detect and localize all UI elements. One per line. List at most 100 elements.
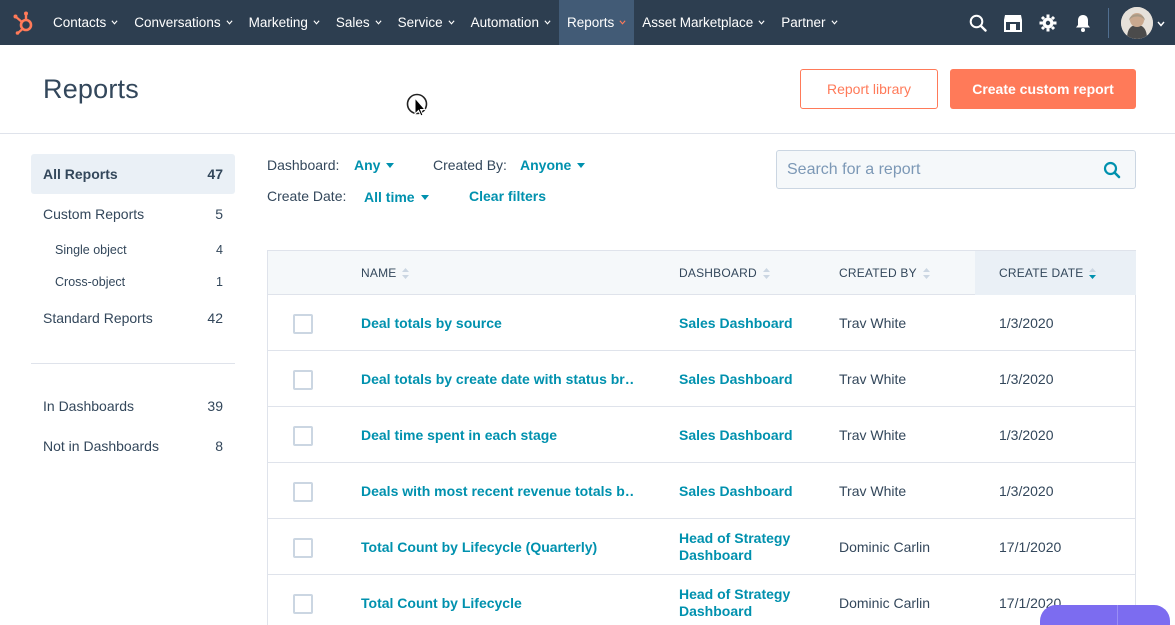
search-input[interactable] (777, 160, 1087, 179)
dashboard-link[interactable]: Sales Dashboard (679, 407, 819, 463)
row-checkbox[interactable] (293, 482, 313, 502)
dashboard-link[interactable]: Head of Strategy Dashboard (679, 575, 819, 625)
sidebar-item-in-dashboards[interactable]: In Dashboards 39 (31, 386, 235, 426)
page-title: Reports (43, 74, 139, 104)
sidebar-item-not-in-dashboards[interactable]: Not in Dashboards 8 (31, 426, 235, 466)
table-row: Deal totals by source Sales Dashboard Trav… (268, 295, 1135, 351)
caret-down-icon (386, 162, 395, 168)
nav-item-partner[interactable]: Partner (773, 0, 845, 45)
nav-item-conversations[interactable]: Conversations (126, 0, 240, 45)
created-by-cell: Trav White (839, 427, 907, 443)
created-by-filter-value: Anyone (520, 157, 572, 173)
nav-item-asset-marketplace[interactable]: Asset Marketplace (634, 0, 773, 45)
settings-icon[interactable] (1030, 0, 1065, 45)
report-library-button[interactable]: Report library (800, 69, 938, 109)
nav-divider (1108, 7, 1109, 38)
sidebar-item-standard-reports[interactable]: Standard Reports 42 (31, 298, 235, 338)
nav-item-marketing[interactable]: Marketing (241, 0, 328, 45)
marketplace-icon[interactable] (995, 0, 1030, 45)
create-date-filter-label: Create Date: (267, 188, 347, 204)
caret-down-icon (420, 194, 429, 200)
sidebar-item-count: 1 (216, 275, 223, 289)
column-header-label: CREATED BY (839, 266, 917, 280)
row-checkbox[interactable] (293, 538, 313, 558)
create-date-filter-value: All time (364, 189, 415, 205)
report-name-link[interactable]: Deal time spent in each stage (361, 407, 557, 463)
table-body: Deal totals by source Sales Dashboard Trav… (268, 295, 1135, 625)
sidebar-item-cross-object[interactable]: Cross-object 1 (31, 266, 235, 298)
nav-item-service[interactable]: Service (390, 0, 463, 45)
hubspot-logo-icon[interactable] (0, 0, 45, 45)
table-row: Total Count by Lifecycle Head of Strategy… (268, 575, 1135, 625)
dashboard-filter-dropdown[interactable]: Any (354, 157, 395, 173)
search-icon[interactable] (960, 0, 995, 45)
sort-descending-icon (1089, 267, 1097, 279)
sort-icon (402, 267, 410, 279)
dashboard-link[interactable]: Sales Dashboard (679, 351, 819, 407)
sort-icon (922, 267, 930, 279)
chat-widget-button[interactable] (1040, 605, 1170, 625)
nav-item-contacts[interactable]: Contacts (45, 0, 126, 45)
row-checkbox[interactable] (293, 426, 313, 446)
sidebar-item-count: 8 (215, 438, 223, 454)
column-header-name[interactable]: NAME (361, 251, 410, 295)
sidebar-divider (31, 363, 235, 364)
report-name-link[interactable]: Deal totals by create date with status b… (361, 351, 633, 407)
create-date-cell: 1/3/2020 (999, 483, 1054, 499)
created-by-cell: Dominic Carlin (839, 595, 931, 611)
row-checkbox[interactable] (293, 594, 313, 614)
report-name-link[interactable]: Deal totals by source (361, 295, 502, 351)
clear-filters-link[interactable]: Clear filters (469, 188, 546, 204)
sidebar-item-single-object[interactable]: Single object 4 (31, 234, 235, 266)
column-header-create-date[interactable]: CREATE DATE (999, 251, 1097, 295)
nav-item-label: Automation (470, 15, 539, 30)
table-row: Deal time spent in each stage Sales Dashb… (268, 407, 1135, 463)
chevron-down-icon (758, 20, 765, 25)
avatar[interactable] (1121, 6, 1153, 39)
created-by-cell: Dominic Carlin (839, 539, 931, 555)
report-search (776, 150, 1136, 189)
table-row: Total Count by Lifecycle (Quarterly) Head… (268, 519, 1135, 575)
nav-item-sales[interactable]: Sales (328, 0, 390, 45)
report-name-link[interactable]: Total Count by Lifecycle (Quarterly) (361, 519, 597, 575)
chevron-down-icon (111, 20, 118, 25)
chevron-down-icon (226, 20, 233, 25)
sidebar-item-label: Single object (55, 243, 127, 257)
create-custom-report-button[interactable]: Create custom report (950, 69, 1136, 109)
table-row: Deals with most recent revenue totals b…… (268, 463, 1135, 519)
column-header-label: DASHBOARD (679, 266, 757, 280)
dashboard-filter-label: Dashboard: (267, 157, 340, 173)
row-checkbox[interactable] (293, 370, 313, 390)
create-date-filter-dropdown[interactable]: All time (364, 189, 429, 205)
nav-item-label: Reports (566, 15, 615, 30)
chevron-down-icon (831, 20, 838, 25)
nav-item-reports[interactable]: Reports (558, 0, 635, 45)
chat-widget-divider (1117, 605, 1118, 625)
mouse-cursor-icon (406, 93, 430, 128)
chevron-down-icon (313, 20, 320, 25)
sidebar-item-count: 42 (207, 310, 223, 326)
chevron-down-icon (619, 20, 626, 25)
nav-item-automation[interactable]: Automation (463, 0, 559, 45)
report-name-link[interactable]: Deals with most recent revenue totals b… (361, 463, 633, 519)
created-by-cell: Trav White (839, 371, 907, 387)
sidebar-item-count: 5 (215, 206, 223, 222)
sidebar-item-custom-reports[interactable]: Custom Reports 5 (31, 194, 235, 234)
nav-item-label: Sales (335, 15, 370, 30)
chevron-down-icon[interactable] (1157, 14, 1165, 32)
row-checkbox[interactable] (293, 314, 313, 334)
report-name-link[interactable]: Total Count by Lifecycle (361, 575, 522, 625)
column-header-dashboard[interactable]: DASHBOARD (679, 251, 770, 295)
sidebar-item-all-reports[interactable]: All Reports 47 (31, 154, 235, 194)
notifications-icon[interactable] (1065, 0, 1100, 45)
create-date-cell: 1/3/2020 (999, 315, 1054, 331)
created-by-filter-dropdown[interactable]: Anyone (520, 157, 586, 173)
created-by-cell: Trav White (839, 315, 907, 331)
dashboard-link[interactable]: Sales Dashboard (679, 463, 819, 519)
search-icon[interactable] (1103, 161, 1121, 184)
chevron-down-icon (448, 20, 455, 25)
sidebar-item-label: Standard Reports (43, 310, 153, 326)
column-header-created-by[interactable]: CREATED BY (839, 251, 930, 295)
dashboard-link[interactable]: Sales Dashboard (679, 295, 819, 351)
dashboard-link[interactable]: Head of Strategy Dashboard (679, 519, 819, 575)
